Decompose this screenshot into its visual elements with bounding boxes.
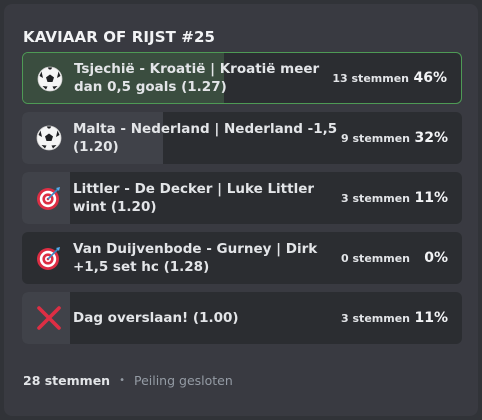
poll-answer-2[interactable]: Malta - Nederland | Nederland -1,5 (1.20…: [22, 112, 462, 164]
poll-title: KAVIAAR OF RIJST #25: [23, 28, 216, 46]
answer-label: Van Duijvenbode - Gurney | Dirk +1,5 set…: [73, 241, 318, 275]
vote-percent: 32%: [414, 130, 448, 146]
cross-mark-icon: [37, 306, 61, 330]
vote-count: 3 stemmen: [341, 191, 410, 205]
poll-answer-3[interactable]: Littler - De Decker | Luke Littler wint …: [22, 172, 462, 224]
poll-answer-1[interactable]: Tsjechië - Kroatië | Kroatië meer dan 0,…: [22, 52, 462, 104]
poll-card: KAVIAAR OF RIJST #25 Tsjechië - Kroatië …: [4, 4, 478, 416]
vote-percent: 0%: [424, 250, 448, 266]
vote-count: 0 stemmen: [341, 251, 410, 265]
soccer-ball-icon: [36, 125, 62, 151]
vote-count: 3 stemmen: [341, 311, 410, 325]
poll-status: Peiling gesloten: [133, 373, 233, 388]
soccer-ball-icon: [37, 66, 63, 92]
answer-label: Littler - De Decker | Luke Littler wint …: [73, 181, 315, 215]
vote-percent: 11%: [414, 190, 448, 206]
answer-label: Tsjechië - Kroatië | Kroatië meer dan 0,…: [74, 61, 320, 95]
poll-answer-4[interactable]: Van Duijvenbode - Gurney | Dirk +1,5 set…: [22, 232, 462, 284]
vote-percent: 11%: [414, 310, 448, 326]
poll-footer: 28 stemmen • Peiling gesloten: [23, 373, 233, 388]
answer-label: Dag overslaan! (1.00): [73, 310, 239, 326]
dart-target-icon: [37, 187, 60, 210]
vote-count: 13 stemmen: [332, 71, 409, 85]
total-votes[interactable]: 28 stemmen: [23, 373, 110, 388]
separator-dot: •: [119, 375, 125, 386]
answer-label: Malta - Nederland | Nederland -1,5 (1.20…: [73, 121, 338, 155]
vote-count: 9 stemmen: [341, 131, 410, 145]
poll-answers: Tsjechië - Kroatië | Kroatië meer dan 0,…: [22, 52, 462, 352]
poll-answer-5[interactable]: Dag overslaan! (1.00) 3 stemmen 11%: [22, 292, 462, 344]
vote-percent: 46%: [413, 70, 447, 86]
dart-target-icon: [37, 247, 60, 270]
